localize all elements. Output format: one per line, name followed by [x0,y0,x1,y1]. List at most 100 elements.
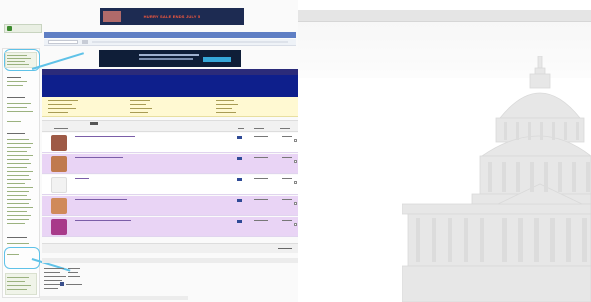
column-header[interactable] [254,128,264,129]
sidebar-link[interactable] [7,85,23,86]
sidebar-link[interactable] [7,199,31,200]
pagination-links[interactable] [278,248,292,250]
sidebar-link[interactable] [7,223,25,224]
sidebar-link[interactable] [7,121,21,122]
result-thumbnail[interactable] [51,135,67,151]
result-date [254,220,268,221]
refine-link[interactable] [48,112,68,113]
sidebar-link[interactable] [7,207,33,208]
sidebar-link[interactable] [7,163,31,164]
result-row[interactable] [42,175,298,195]
sidebar-link[interactable] [7,254,19,255]
sidebar-link[interactable] [7,289,27,290]
refine-link[interactable] [130,100,150,101]
sidebar-link[interactable] [7,155,33,156]
footer-link[interactable] [66,284,82,285]
column-header[interactable] [54,128,68,129]
footer-link[interactable] [44,272,60,273]
result-date [254,199,268,200]
footer-link[interactable] [44,276,66,277]
sidebar-link[interactable] [7,281,25,282]
sidebar-link[interactable] [7,111,33,112]
sidebar-link[interactable] [7,107,27,108]
result-thumbnail[interactable] [51,219,67,235]
sidebar-link[interactable] [7,203,29,204]
ad-text-line [139,54,199,56]
footer-link[interactable] [44,280,62,281]
column-header[interactable] [280,128,290,129]
sidebar-link[interactable] [7,61,25,62]
search-input[interactable] [48,40,78,44]
result-checkbox[interactable] [294,160,297,163]
format-badge [237,157,242,160]
secondary-ad-banner[interactable] [99,50,241,67]
result-thumbnail[interactable] [51,198,67,214]
sidebar-link[interactable] [7,64,29,65]
result-title[interactable] [75,157,123,159]
sidebar-link[interactable] [7,187,33,188]
sidebar-link[interactable] [7,58,31,59]
refine-link[interactable] [48,108,76,109]
sidebar-link[interactable] [7,147,31,148]
sidebar-link[interactable] [7,159,29,160]
result-date [254,136,268,137]
result-title[interactable] [75,178,89,180]
result-checkbox[interactable] [294,181,297,184]
result-thumbnail[interactable] [51,156,67,172]
sidebar-link[interactable] [7,171,33,172]
site-logo[interactable] [4,24,42,33]
sidebar-link[interactable] [7,285,31,286]
footer-link[interactable] [44,288,58,289]
sidebar-link[interactable] [7,179,31,180]
ad-banner-text: HURRY SALE ENDS JULY 5 [143,14,201,19]
result-title[interactable] [75,199,127,201]
result-title[interactable] [75,220,131,222]
result-row[interactable] [42,196,298,216]
ad-cta-button[interactable] [203,57,231,62]
sidebar-link[interactable] [7,277,29,278]
result-row[interactable] [42,154,298,174]
sidebar-link[interactable] [7,139,29,140]
sidebar-heading [7,77,21,78]
sidebar-link[interactable] [7,215,31,216]
social-icon[interactable] [60,282,64,286]
sidebar-link[interactable] [7,211,27,212]
refine-link[interactable] [216,112,236,113]
footer-link[interactable] [68,272,78,273]
refine-link[interactable] [216,104,238,105]
sidebar-link[interactable] [7,103,31,104]
result-checkbox[interactable] [294,223,297,226]
result-row[interactable] [42,217,298,237]
sidebar-link[interactable] [7,167,27,168]
refine-link[interactable] [216,108,232,109]
result-meta [282,178,292,179]
refine-link[interactable] [48,104,72,105]
format-badge [237,199,242,202]
refine-link[interactable] [48,100,78,101]
refine-link[interactable] [130,112,148,113]
sidebar-link[interactable] [7,195,27,196]
refine-link[interactable] [216,100,234,101]
sidebar-link[interactable] [7,183,25,184]
result-checkbox[interactable] [294,139,297,142]
refine-link[interactable] [130,108,152,109]
result-title[interactable] [75,136,135,138]
sidebar-link[interactable] [7,243,29,244]
sidebar-link[interactable] [7,191,29,192]
sidebar-link[interactable] [7,81,27,82]
column-header[interactable] [238,128,244,129]
sidebar-link[interactable] [7,219,29,220]
sidebar-link[interactable] [7,151,27,152]
refine-link[interactable] [130,104,146,105]
results-tab[interactable] [90,122,98,125]
result-checkbox[interactable] [294,202,297,205]
result-row[interactable] [42,133,298,153]
sidebar-link[interactable] [7,55,27,56]
sidebar-link[interactable] [7,175,29,176]
result-thumbnail[interactable] [51,177,67,193]
sidebar-link[interactable] [7,143,33,144]
ad-banner[interactable]: HURRY SALE ENDS JULY 5 [100,8,244,25]
sidebar-heading [7,97,25,98]
search-button[interactable] [82,40,88,44]
footer-link[interactable] [68,276,80,277]
